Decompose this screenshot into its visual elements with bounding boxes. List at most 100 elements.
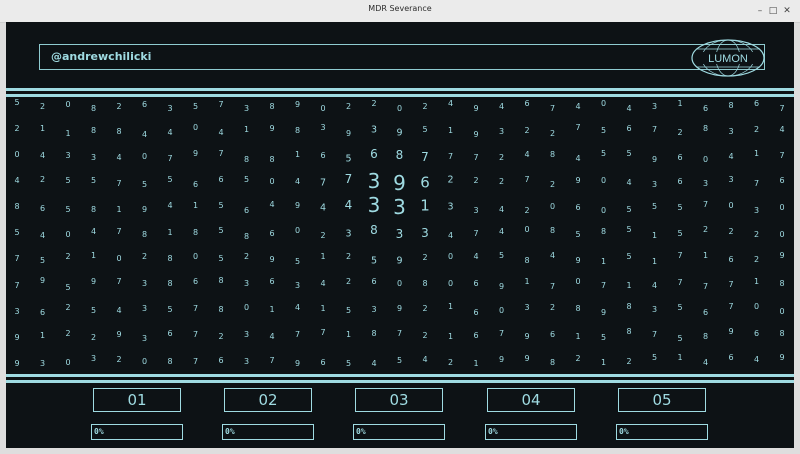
grid-number[interactable]: 4 — [550, 252, 555, 260]
grid-number[interactable]: 6 — [193, 181, 198, 189]
grid-number[interactable]: 7 — [779, 104, 784, 113]
grid-number[interactable]: 4 — [14, 176, 19, 185]
grid-number[interactable]: 6 — [703, 308, 708, 317]
grid-number[interactable]: 4 — [167, 201, 172, 210]
grid-number[interactable]: 0 — [65, 359, 70, 367]
grid-number[interactable]: 3 — [142, 334, 147, 343]
grid-number[interactable]: 2 — [91, 334, 96, 342]
grid-number[interactable]: 1 — [754, 149, 759, 158]
grid-number[interactable]: 2 — [550, 181, 555, 189]
grid-number[interactable]: 1 — [346, 331, 351, 339]
grid-number[interactable]: 7 — [218, 150, 223, 158]
grid-number[interactable]: 0 — [601, 177, 606, 185]
grid-number[interactable]: 8 — [422, 279, 427, 288]
grid-number[interactable]: 5 — [346, 306, 351, 315]
grid-number[interactable]: 4 — [499, 206, 504, 214]
grid-number[interactable]: 7 — [167, 154, 172, 163]
grid-number[interactable]: 8 — [550, 358, 555, 367]
grid-number[interactable]: 1 — [601, 358, 606, 367]
grid-number[interactable]: 7 — [116, 227, 121, 236]
grid-number[interactable]: 7 — [499, 329, 504, 338]
grid-number[interactable]: 5 — [295, 257, 300, 266]
grid-number[interactable]: 0 — [575, 278, 580, 286]
grid-number[interactable]: 0 — [779, 203, 784, 212]
grid-number[interactable]: 8 — [167, 358, 172, 366]
grid-number[interactable]: 2 — [65, 329, 70, 338]
grid-number[interactable]: 7 — [703, 201, 708, 209]
grid-number[interactable]: 6 — [269, 277, 274, 286]
grid-number[interactable]: 6 — [167, 329, 172, 338]
grid-number[interactable]: 2 — [677, 128, 682, 137]
grid-number[interactable]: 3 — [368, 195, 381, 215]
grid-number[interactable]: 4 — [575, 102, 580, 111]
grid-number[interactable]: 3 — [703, 180, 708, 188]
grid-number[interactable]: 7 — [193, 305, 198, 313]
grid-number[interactable]: 0 — [244, 304, 249, 312]
grid-number[interactable]: 7 — [397, 330, 402, 338]
grid-number[interactable]: 0 — [448, 253, 453, 261]
grid-number[interactable]: 8 — [91, 105, 96, 113]
grid-number[interactable]: 5 — [677, 204, 682, 212]
grid-number[interactable]: 6 — [728, 255, 733, 264]
grid-number[interactable]: 9 — [397, 304, 402, 313]
grid-number[interactable]: 2 — [448, 358, 453, 367]
grid-number[interactable]: 6 — [40, 204, 45, 213]
grid-number[interactable]: 3 — [396, 228, 404, 240]
grid-number[interactable]: 3 — [65, 152, 70, 160]
grid-number[interactable]: 2 — [218, 332, 223, 341]
grid-number[interactable]: 7 — [652, 125, 657, 134]
grid-number[interactable]: 7 — [575, 124, 580, 132]
bin-03[interactable]: 03 — [355, 388, 443, 412]
grid-number[interactable]: 3 — [244, 330, 249, 339]
grid-number[interactable]: 3 — [371, 306, 376, 314]
grid-number[interactable]: 6 — [473, 332, 478, 340]
grid-number[interactable]: 4 — [499, 102, 504, 111]
grid-number[interactable]: 7 — [473, 153, 478, 162]
grid-number[interactable]: 5 — [575, 230, 580, 239]
grid-number[interactable]: 5 — [422, 126, 427, 134]
grid-number[interactable]: 1 — [269, 305, 274, 314]
grid-number[interactable]: 7 — [345, 173, 353, 185]
grid-number[interactable]: 9 — [575, 177, 580, 185]
grid-number[interactable]: 1 — [65, 129, 70, 138]
bin-02[interactable]: 02 — [224, 388, 312, 412]
grid-number[interactable]: 3 — [295, 281, 300, 290]
grid-number[interactable]: 2 — [524, 126, 529, 135]
grid-number[interactable]: 6 — [320, 358, 325, 367]
grid-number[interactable]: 4 — [295, 304, 300, 312]
grid-number[interactable]: 3 — [728, 128, 733, 136]
grid-number[interactable]: 0 — [550, 203, 555, 211]
grid-number[interactable]: 3 — [371, 125, 377, 135]
grid-number[interactable]: 5 — [626, 150, 631, 158]
grid-number[interactable]: 9 — [575, 257, 580, 265]
grid-number[interactable]: 9 — [524, 355, 529, 363]
grid-number[interactable]: 5 — [371, 257, 377, 267]
grid-number[interactable]: 8 — [142, 231, 147, 239]
grid-number[interactable]: 4 — [652, 282, 657, 290]
grid-number[interactable]: 9 — [193, 149, 198, 158]
grid-number[interactable]: 7 — [193, 357, 198, 366]
grid-number[interactable]: 7 — [677, 278, 682, 287]
grid-number[interactable]: 0 — [320, 105, 325, 113]
grid-number[interactable]: 2 — [524, 206, 529, 215]
grid-number[interactable]: 5 — [218, 227, 223, 235]
grid-number[interactable]: 7 — [116, 180, 121, 188]
grid-number[interactable]: 4 — [371, 359, 376, 368]
grid-number[interactable]: 6 — [193, 277, 198, 286]
grid-number[interactable]: 0 — [524, 226, 529, 234]
grid-number[interactable]: 6 — [473, 280, 478, 288]
grid-number[interactable]: 4 — [575, 155, 580, 163]
grid-number[interactable]: 7 — [218, 100, 223, 109]
grid-number[interactable]: 7 — [728, 281, 733, 289]
grid-number[interactable]: 8 — [626, 303, 631, 311]
grid-number[interactable]: 5 — [677, 303, 682, 312]
grid-number[interactable]: 8 — [244, 232, 249, 241]
grid-number[interactable]: 5 — [626, 226, 631, 234]
grid-number[interactable]: 1 — [420, 198, 430, 213]
grid-number[interactable]: 9 — [524, 333, 529, 341]
grid-number[interactable]: 2 — [422, 304, 427, 313]
grid-number[interactable]: 3 — [447, 202, 453, 212]
grid-number[interactable]: 5 — [218, 254, 223, 263]
grid-number[interactable]: 3 — [91, 355, 96, 363]
grid-number[interactable]: 1 — [677, 354, 682, 362]
